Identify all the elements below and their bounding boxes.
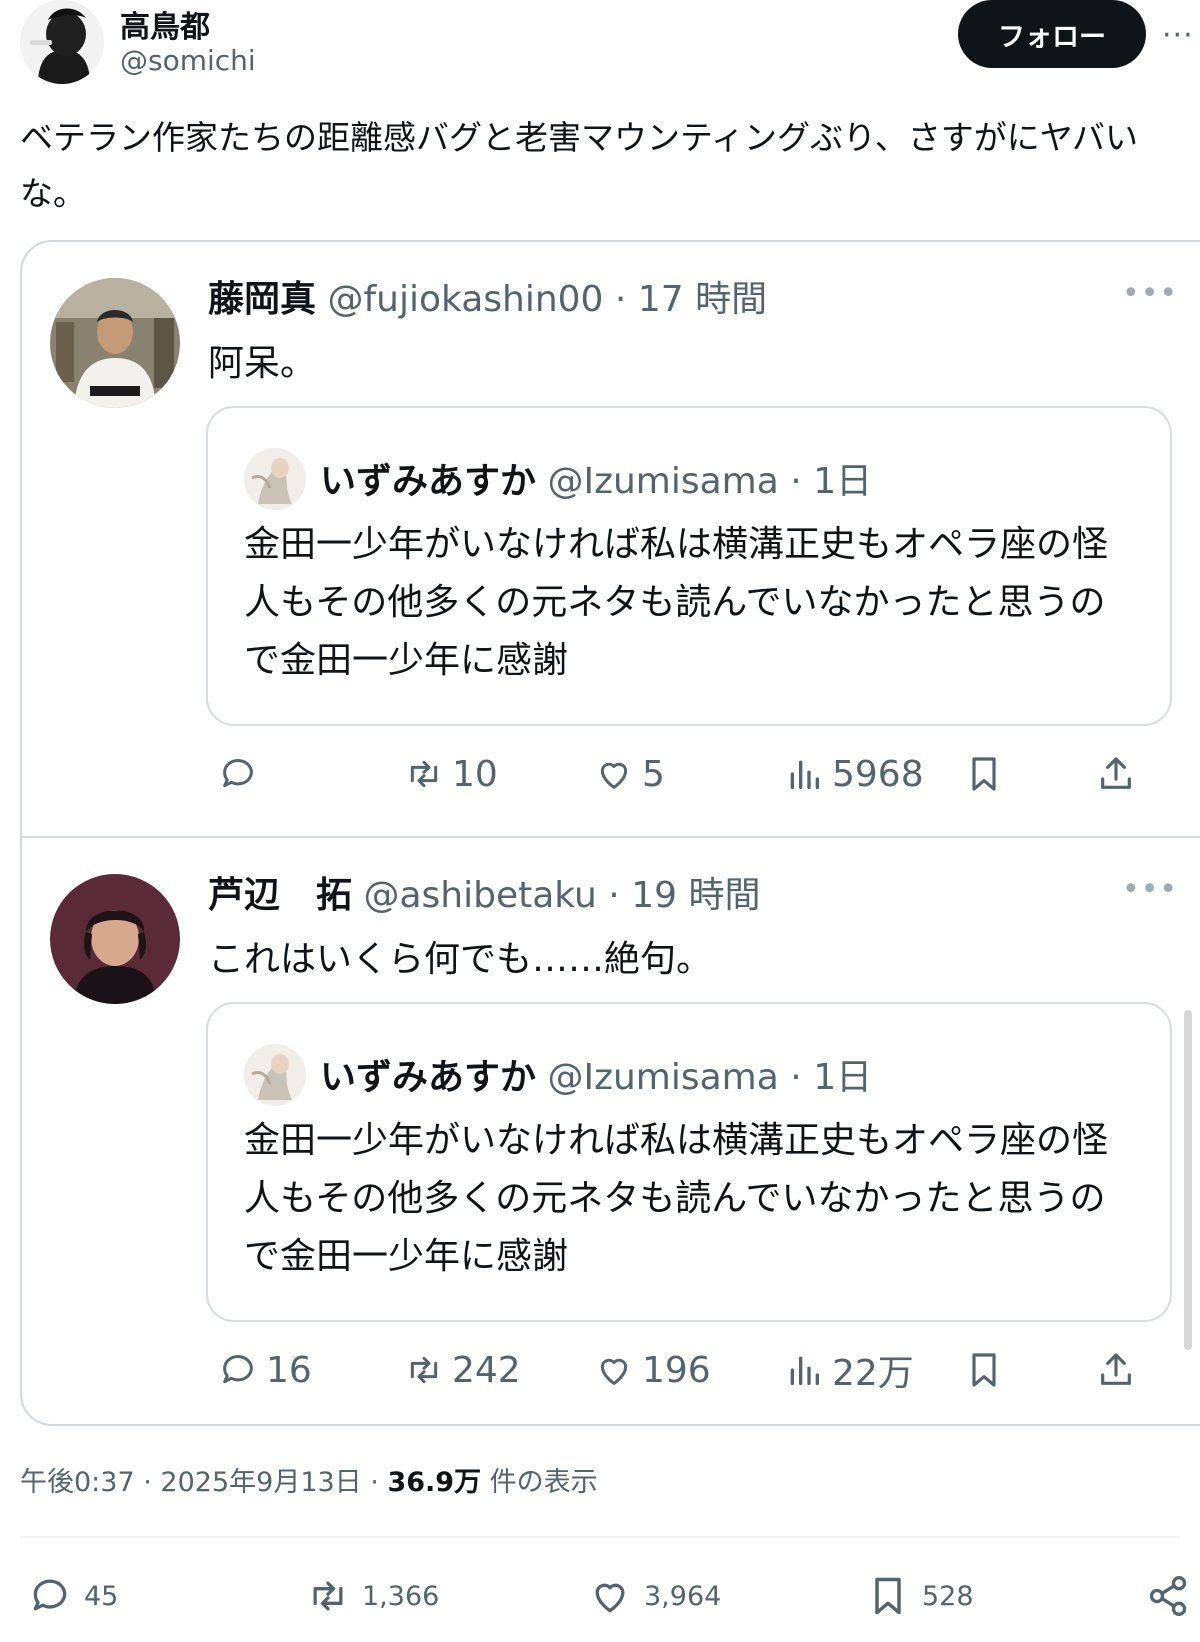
reply-button[interactable]: 45	[28, 1560, 118, 1632]
quoted-text: 金田一少年がいなければ私は横溝正史もオペラ座の怪人もその他多くの元ネタも読んでい…	[244, 524, 1109, 681]
like-count: 5	[642, 753, 665, 795]
like-icon	[595, 1583, 625, 1613]
reply-button[interactable]: 16	[218, 1340, 312, 1400]
reply-timestamp[interactable]: 19 時間	[631, 875, 760, 916]
tweet-meta: 午後0:37 · 2025年9月13日 · 36.9万 件の表示	[20, 1460, 598, 1499]
bookmark-button[interactable]: 528	[866, 1560, 974, 1632]
views-count: 5968	[832, 753, 924, 795]
retweet-button[interactable]: 1,366	[306, 1560, 439, 1632]
retweet-icon	[410, 760, 438, 788]
separator: ·	[370, 1467, 379, 1498]
share-button[interactable]	[1096, 1340, 1136, 1400]
like-button[interactable]: 5	[594, 744, 665, 804]
bookmark-button[interactable]	[964, 744, 1004, 804]
like-button[interactable]: 196	[594, 1340, 711, 1400]
views-icon	[790, 1356, 819, 1385]
more-options-icon[interactable]: •••	[1122, 872, 1178, 907]
bookmark-icon	[972, 757, 996, 791]
views-button[interactable]: 22万	[784, 1340, 914, 1400]
reply-icon	[33, 1579, 67, 1611]
quoted-post[interactable]: いずみあすか @Izumisama · 1日 金田一少年がいなければ私は横溝正史…	[206, 1002, 1172, 1322]
reply-icon	[223, 1355, 253, 1384]
quoted-post[interactable]: いずみあすか @Izumisama · 1日 金田一少年がいなければ私は横溝正史…	[206, 406, 1172, 726]
scrollbar-thumb[interactable]	[1184, 1010, 1192, 1350]
reply-action-bar: 10 5 5968	[208, 744, 1168, 804]
reply-author-handle[interactable]: @fujiokashin00	[327, 279, 603, 320]
views-label: 件の表示	[489, 1467, 598, 1498]
follow-button[interactable]: フォロー	[958, 0, 1146, 68]
share-network-icon	[1149, 1576, 1187, 1616]
reply-icon	[223, 759, 253, 788]
quoted-author-handle[interactable]: @Izumisama	[547, 461, 778, 502]
share-button[interactable]	[1146, 1560, 1190, 1632]
separator: ·	[608, 875, 620, 916]
retweet-icon	[410, 1356, 438, 1384]
more-options-icon[interactable]: ···	[1162, 18, 1194, 53]
reply-text: これはいくら何でも……絶句。	[208, 939, 713, 980]
retweet-button[interactable]: 10	[404, 744, 498, 804]
views-count: 22万	[832, 1353, 914, 1394]
like-icon	[600, 762, 628, 789]
views-icon	[790, 760, 819, 789]
quoted-avatar[interactable]	[244, 1044, 306, 1106]
reply-action-bar: 16 242 196 22万	[208, 1340, 1168, 1400]
like-count: 196	[642, 1349, 711, 1391]
reply-avatar[interactable]	[50, 874, 180, 1004]
divider	[20, 1536, 1180, 1538]
reply-post[interactable]: 芦辺 拓 @ashibetaku · 19 時間 ••• これはいくら何でも………	[22, 838, 1200, 1424]
bookmark-icon	[972, 1353, 996, 1387]
share-icon	[1101, 757, 1131, 789]
like-count: 3,964	[644, 1580, 722, 1612]
views-total: 36.9万	[387, 1467, 482, 1498]
tweet-action-bar: 45 1,366 3,964 528	[0, 1560, 1200, 1632]
bookmark-button[interactable]	[964, 1340, 1004, 1400]
bookmark-count: 528	[922, 1580, 974, 1612]
separator: ·	[143, 1467, 152, 1498]
quoted-author-name[interactable]: いずみあすか	[320, 1057, 536, 1098]
views-button[interactable]: 5968	[784, 744, 924, 804]
retweet-count: 1,366	[362, 1580, 440, 1612]
separator: ·	[790, 1057, 802, 1098]
retweet-count: 10	[452, 753, 498, 795]
retweet-count: 242	[452, 1349, 521, 1391]
separator: ·	[790, 461, 802, 502]
separator: ·	[614, 279, 627, 320]
reply-header: 芦辺 拓 @ashibetaku · 19 時間	[208, 866, 760, 918]
reply-author-name[interactable]: 芦辺 拓	[208, 875, 352, 916]
reply-count: 45	[84, 1580, 119, 1612]
reply-text: 阿呆。	[208, 343, 317, 384]
quoted-timestamp[interactable]: 1日	[813, 1057, 872, 1098]
author-name[interactable]: 高鳥都	[120, 2, 210, 46]
like-button[interactable]: 3,964	[588, 1560, 721, 1632]
share-button[interactable]	[1096, 744, 1136, 804]
author-handle[interactable]: @somichi	[120, 44, 256, 77]
tweet-text: ベテラン作家たちの距離感バグと老害マウンティングぶり、さすがにヤバいな。	[20, 118, 1139, 213]
quoted-timestamp[interactable]: 1日	[813, 461, 872, 502]
reply-timestamp[interactable]: 17 時間	[638, 279, 767, 320]
reply-author-name[interactable]: 藤岡真	[208, 279, 316, 320]
tweet-time[interactable]: 午後0:37	[20, 1467, 135, 1498]
more-options-icon[interactable]: •••	[1122, 276, 1178, 311]
quoted-header: いずみあすか @Izumisama · 1日	[320, 452, 872, 504]
quoted-author-name[interactable]: いずみあすか	[320, 461, 536, 502]
tweet-page: 高鳥都 @somichi フォロー ··· ベテラン作家たちの距離感バグと老害マ…	[0, 0, 1200, 1642]
reply-button[interactable]	[218, 744, 266, 804]
share-icon	[1101, 1353, 1131, 1385]
like-icon	[600, 1358, 628, 1385]
quoted-avatar[interactable]	[244, 448, 306, 510]
tweet-date[interactable]: 2025年9月13日	[160, 1467, 361, 1498]
quoted-author-handle[interactable]: @Izumisama	[547, 1057, 778, 1098]
quoted-text: 金田一少年がいなければ私は横溝正史もオペラ座の怪人もその他多くの元ネタも読んでい…	[244, 1120, 1109, 1277]
reply-author-handle[interactable]: @ashibetaku	[363, 875, 596, 916]
reply-header: 藤岡真 @fujiokashin00 · 17 時間	[208, 270, 767, 322]
retweet-icon	[313, 1581, 343, 1611]
author-avatar[interactable]	[20, 0, 104, 84]
reply-avatar[interactable]	[50, 278, 180, 408]
embedded-replies-card: 藤岡真 @fujiokashin00 · 17 時間 ••• 阿呆。 いずみあす…	[20, 240, 1200, 1426]
bookmark-icon	[875, 1577, 901, 1615]
retweet-button[interactable]: 242	[404, 1340, 521, 1400]
reply-post[interactable]: 藤岡真 @fujiokashin00 · 17 時間 ••• 阿呆。 いずみあす…	[22, 242, 1200, 838]
reply-count: 16	[266, 1349, 312, 1391]
quoted-header: いずみあすか @Izumisama · 1日	[320, 1048, 872, 1100]
